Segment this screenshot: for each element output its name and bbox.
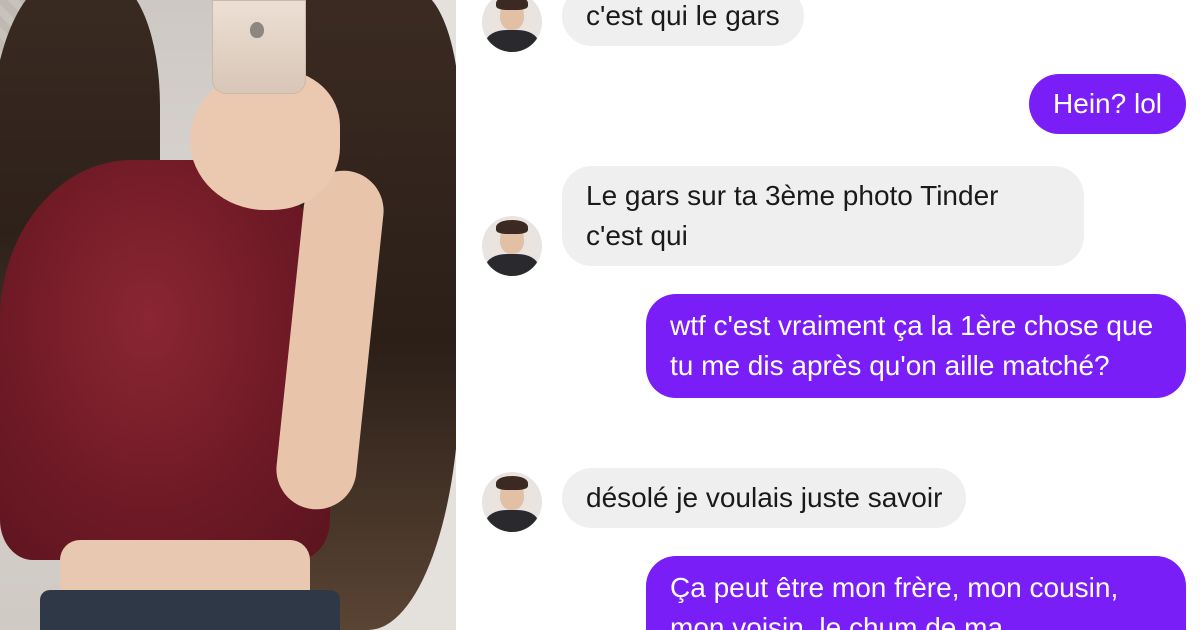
- chat-thread[interactable]: c'est qui le gars Hein? lol Le gars sur …: [456, 0, 1200, 630]
- incoming-message[interactable]: Le gars sur ta 3ème photo Tinder c'est q…: [562, 166, 1084, 266]
- outgoing-message[interactable]: wtf c'est vraiment ça la 1ère chose que …: [646, 294, 1186, 398]
- incoming-message[interactable]: désolé je voulais juste savoir: [562, 468, 967, 528]
- outgoing-message[interactable]: Hein? lol: [1029, 74, 1186, 134]
- contact-avatar[interactable]: [482, 472, 542, 532]
- contact-avatar[interactable]: [482, 0, 542, 52]
- contact-avatar[interactable]: [482, 216, 542, 276]
- smartphone: [212, 0, 306, 94]
- selfie-photo: [0, 0, 456, 630]
- red-top: [0, 160, 330, 560]
- outgoing-message[interactable]: Ça peut être mon frère, mon cousin, mon …: [646, 556, 1186, 630]
- apple-logo-icon: [250, 22, 264, 38]
- incoming-message[interactable]: c'est qui le gars: [562, 0, 804, 46]
- jeans: [40, 590, 340, 630]
